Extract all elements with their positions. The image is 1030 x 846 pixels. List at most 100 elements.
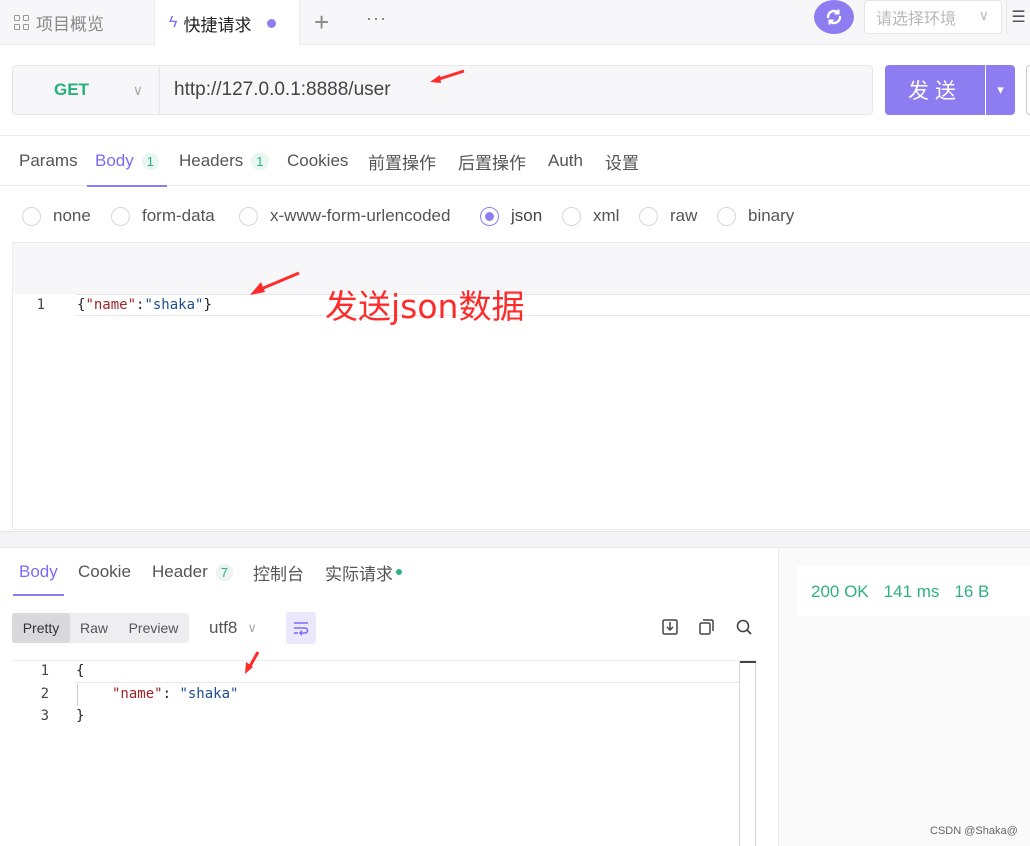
environment-select[interactable]: 请选择环境 ∨ (864, 0, 1002, 34)
tab-console[interactable]: 控制台 (253, 548, 304, 596)
view-mode-label: Pretty (22, 620, 60, 636)
radio-label: raw (670, 206, 698, 225)
tab-label: Cookie (78, 562, 131, 581)
tab-quick-request[interactable]: ϟ 快捷请求 (154, 0, 300, 46)
tab-auth[interactable]: Auth (548, 136, 583, 186)
radio-circle (639, 206, 658, 226)
tab-pre-operations[interactable]: 前置操作 (368, 136, 436, 186)
tab-label: 后置操作 (458, 153, 526, 173)
plus-icon: + (314, 7, 330, 37)
radio-xml[interactable]: xml (562, 200, 619, 232)
view-mode-segment: Pretty Raw Preview (12, 613, 189, 643)
url-input[interactable] (160, 66, 872, 114)
tab-actual-request[interactable]: 实际请求 (325, 548, 402, 596)
copy-icon (699, 619, 714, 635)
copy-button[interactable] (695, 616, 717, 638)
count-badge: 7 (215, 563, 233, 581)
tab-cookies[interactable]: Cookies (287, 136, 348, 186)
tab-label: 设置 (605, 153, 639, 173)
line-number: 3 (40, 708, 49, 724)
radio-json[interactable]: json (480, 200, 542, 232)
watermark: CSDN @Shaka@ (930, 825, 1018, 837)
indent-guide (77, 684, 78, 706)
code-brace: } (203, 297, 212, 313)
response-body-editor[interactable]: 1 2 3 { "name": "shaka" } (12, 660, 757, 846)
annotation-arrow-icon (245, 651, 260, 674)
annotation-arrow-icon (250, 271, 300, 295)
annotation-arrow-icon (430, 69, 465, 83)
view-preview-button[interactable]: Preview (118, 613, 189, 643)
tab-response-header[interactable]: Header 7 (152, 548, 233, 596)
search-icon (736, 619, 752, 635)
radio-label: form-data (142, 206, 215, 225)
encoding-select[interactable]: utf8 ∨ (209, 613, 257, 643)
sync-button[interactable] (814, 0, 854, 34)
tab-response-body[interactable]: Body (13, 548, 64, 596)
radio-x-www-form-urlencoded[interactable]: x-www-form-urlencoded (239, 200, 450, 232)
tab-params[interactable]: Params (19, 136, 78, 186)
hamburger-icon: ☰ (1011, 9, 1026, 26)
response-size: 16 B (954, 582, 990, 601)
menu-button[interactable]: ☰ (1006, 0, 1030, 34)
tab-project-overview[interactable]: 项目概览 (14, 0, 104, 45)
lightning-icon: ϟ (169, 14, 178, 31)
radio-circle (480, 206, 499, 226)
tab-label: Headers (179, 151, 244, 170)
line-number: 1 (40, 663, 49, 679)
radio-raw[interactable]: raw (639, 200, 697, 232)
tab-response-cookie[interactable]: Cookie (78, 548, 131, 596)
radio-circle (717, 206, 736, 226)
tab-headers[interactable]: Headers 1 (179, 136, 269, 186)
code-colon: : (162, 686, 180, 702)
encoding-value: utf8 (209, 618, 238, 637)
annotation-text: 发送json数据 (325, 287, 525, 326)
line-number: 1 (36, 297, 45, 313)
tab-label: 前置操作 (368, 153, 436, 173)
radio-binary[interactable]: binary (717, 200, 794, 232)
search-button[interactable] (733, 616, 755, 638)
vertical-scrollbar[interactable] (739, 661, 756, 846)
radio-label: binary (748, 206, 795, 225)
response-tabs: Body Cookie Header 7 控制台 实际请求 (0, 548, 778, 596)
wrap-icon (294, 622, 309, 636)
tab-label: Body (19, 562, 58, 581)
method-select[interactable]: GET ∨ (13, 66, 160, 114)
code-line: {"name":"shaka"} (77, 297, 212, 313)
chevron-down-icon: ∨ (247, 620, 257, 635)
status-row: 200 OK 141 ms 16 B (811, 582, 989, 602)
code-brace: } (76, 708, 85, 724)
add-tab-button[interactable]: + (314, 0, 329, 45)
tab-label: Cookies (287, 151, 349, 170)
active-line-highlight (76, 294, 1030, 316)
code-string: "shaka" (179, 686, 239, 702)
tab-label: 实际请求 (325, 564, 393, 584)
tab-settings[interactable]: 设置 (605, 136, 639, 186)
view-pretty-button[interactable]: Pretty (12, 613, 70, 643)
more-icon: ··· (366, 8, 387, 28)
download-button[interactable] (659, 616, 681, 638)
method-value: GET (54, 80, 89, 99)
send-button[interactable]: 发送 (885, 65, 985, 115)
chevron-down-icon: ∨ (978, 7, 989, 23)
view-raw-button[interactable]: Raw (70, 613, 118, 643)
radio-circle (111, 206, 130, 226)
radio-none[interactable]: none (22, 200, 91, 232)
send-options-button[interactable]: ▾ (986, 65, 1015, 115)
panel-divider[interactable] (0, 531, 1030, 548)
word-wrap-toggle[interactable] (286, 612, 316, 644)
count-badge: 1 (251, 152, 269, 170)
tab-label: Params (19, 151, 78, 170)
tab-body[interactable]: Body 1 (87, 136, 167, 187)
line-number: 2 (40, 686, 49, 702)
unsaved-dot-icon (267, 18, 277, 28)
tab-label: Body (95, 151, 134, 170)
radio-form-data[interactable]: form-data (111, 200, 215, 232)
sync-icon (826, 9, 842, 25)
view-mode-label: Preview (128, 620, 179, 636)
environment-placeholder: 请选择环境 (876, 11, 957, 28)
tab-project-overview-label: 项目概览 (36, 15, 104, 34)
tab-post-operations[interactable]: 后置操作 (458, 136, 526, 186)
more-tabs-button[interactable]: ··· (366, 0, 387, 41)
save-button-edge[interactable] (1026, 65, 1030, 115)
tab-label: Header (152, 562, 208, 581)
